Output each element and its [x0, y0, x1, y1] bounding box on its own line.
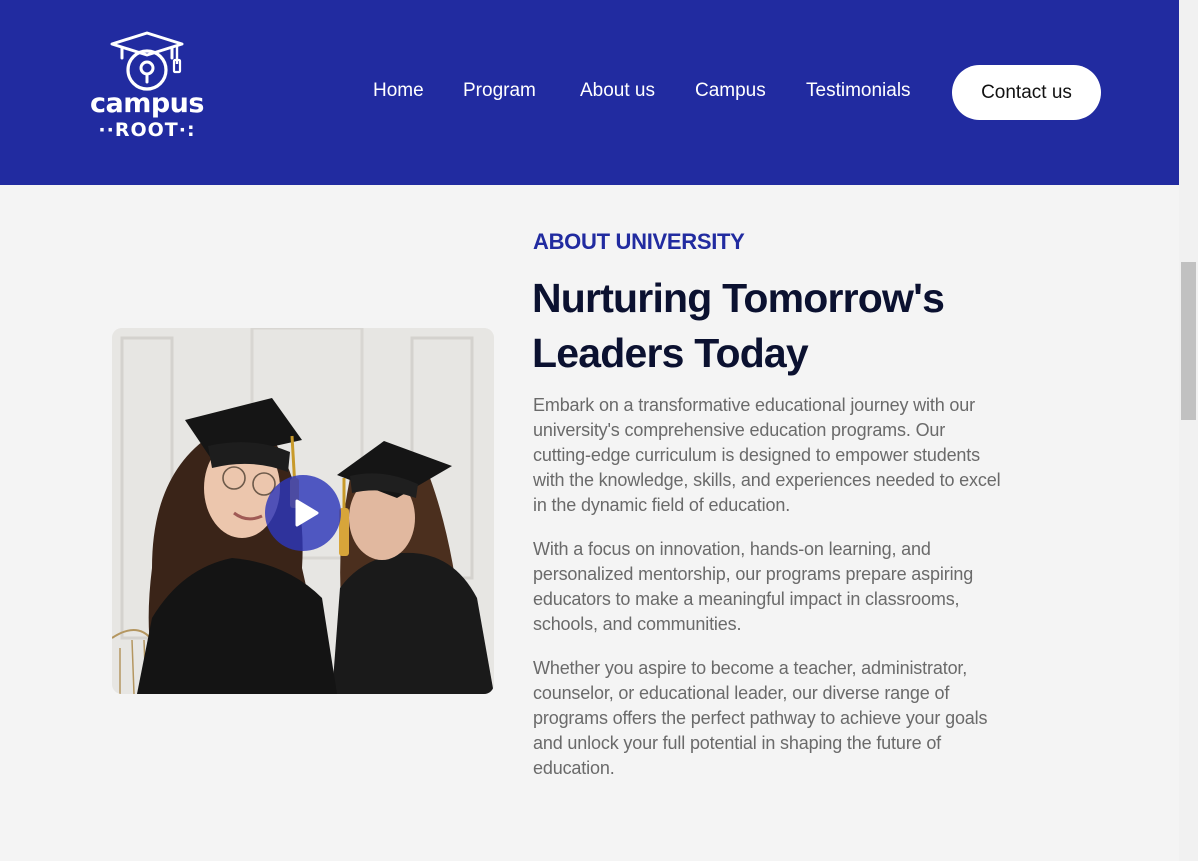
play-video-button[interactable] — [265, 475, 341, 551]
paragraph-line: with the knowledge, skills, and experien… — [533, 470, 1001, 490]
nav-campus[interactable]: Campus — [695, 80, 766, 102]
paragraph-line: cutting-edge curriculum is designed to e… — [533, 445, 980, 465]
section-heading: Nurturing Tomorrow's Leaders Today — [532, 271, 1052, 381]
paragraph-line: counselor, or educational leader, our di… — [533, 683, 950, 703]
paragraph-line: schools, and communities. — [533, 614, 742, 634]
about-paragraph-3: Whether you aspire to become a teacher, … — [533, 656, 1073, 781]
paragraph-line: Whether you aspire to become a teacher, … — [533, 658, 968, 678]
paragraph-line: Embark on a transformative educational j… — [533, 395, 975, 415]
scrollbar-thumb[interactable] — [1181, 262, 1196, 420]
paragraph-line: education. — [533, 758, 615, 778]
paragraph-line: educators to make a meaningful impact in… — [533, 589, 960, 609]
site-header: campus ··ROOT·: Home Program About us Ca… — [0, 0, 1179, 185]
paragraph-line: university's comprehensive education pro… — [533, 420, 946, 440]
play-icon — [295, 499, 319, 527]
logo-text-campus: campus — [90, 88, 204, 119]
nav-about-us[interactable]: About us — [580, 80, 655, 102]
logo-text-root-word: ROOT — [114, 119, 179, 141]
nav-home[interactable]: Home — [373, 80, 424, 102]
contact-us-button[interactable]: Contact us — [952, 65, 1101, 120]
logo-text-root: ··ROOT·: — [98, 119, 196, 141]
about-paragraph-2: With a focus on innovation, hands-on lea… — [533, 537, 1073, 637]
campus-root-logo[interactable]: campus ··ROOT·: — [88, 30, 208, 144]
graduation-cap-magnifier-icon — [110, 31, 184, 91]
about-paragraph-1: Embark on a transformative educational j… — [533, 393, 1073, 518]
paragraph-line: personalized mentorship, our programs pr… — [533, 564, 974, 584]
scrollbar-track[interactable] — [1179, 0, 1198, 861]
paragraph-line: in the dynamic field of education. — [533, 495, 791, 515]
section-heading-line: Leaders Today — [532, 330, 809, 376]
paragraph-line: programs offers the perfect pathway to a… — [533, 708, 988, 728]
paragraph-line: With a focus on innovation, hands-on lea… — [533, 539, 931, 559]
nav-program[interactable]: Program — [463, 80, 536, 102]
section-heading-line: Nurturing Tomorrow's — [532, 275, 945, 321]
paragraph-line: and unlock your full potential in shapin… — [533, 733, 942, 753]
nav-testimonials[interactable]: Testimonials — [806, 80, 911, 102]
section-eyebrow: ABOUT UNIVERSITY — [533, 229, 745, 254]
